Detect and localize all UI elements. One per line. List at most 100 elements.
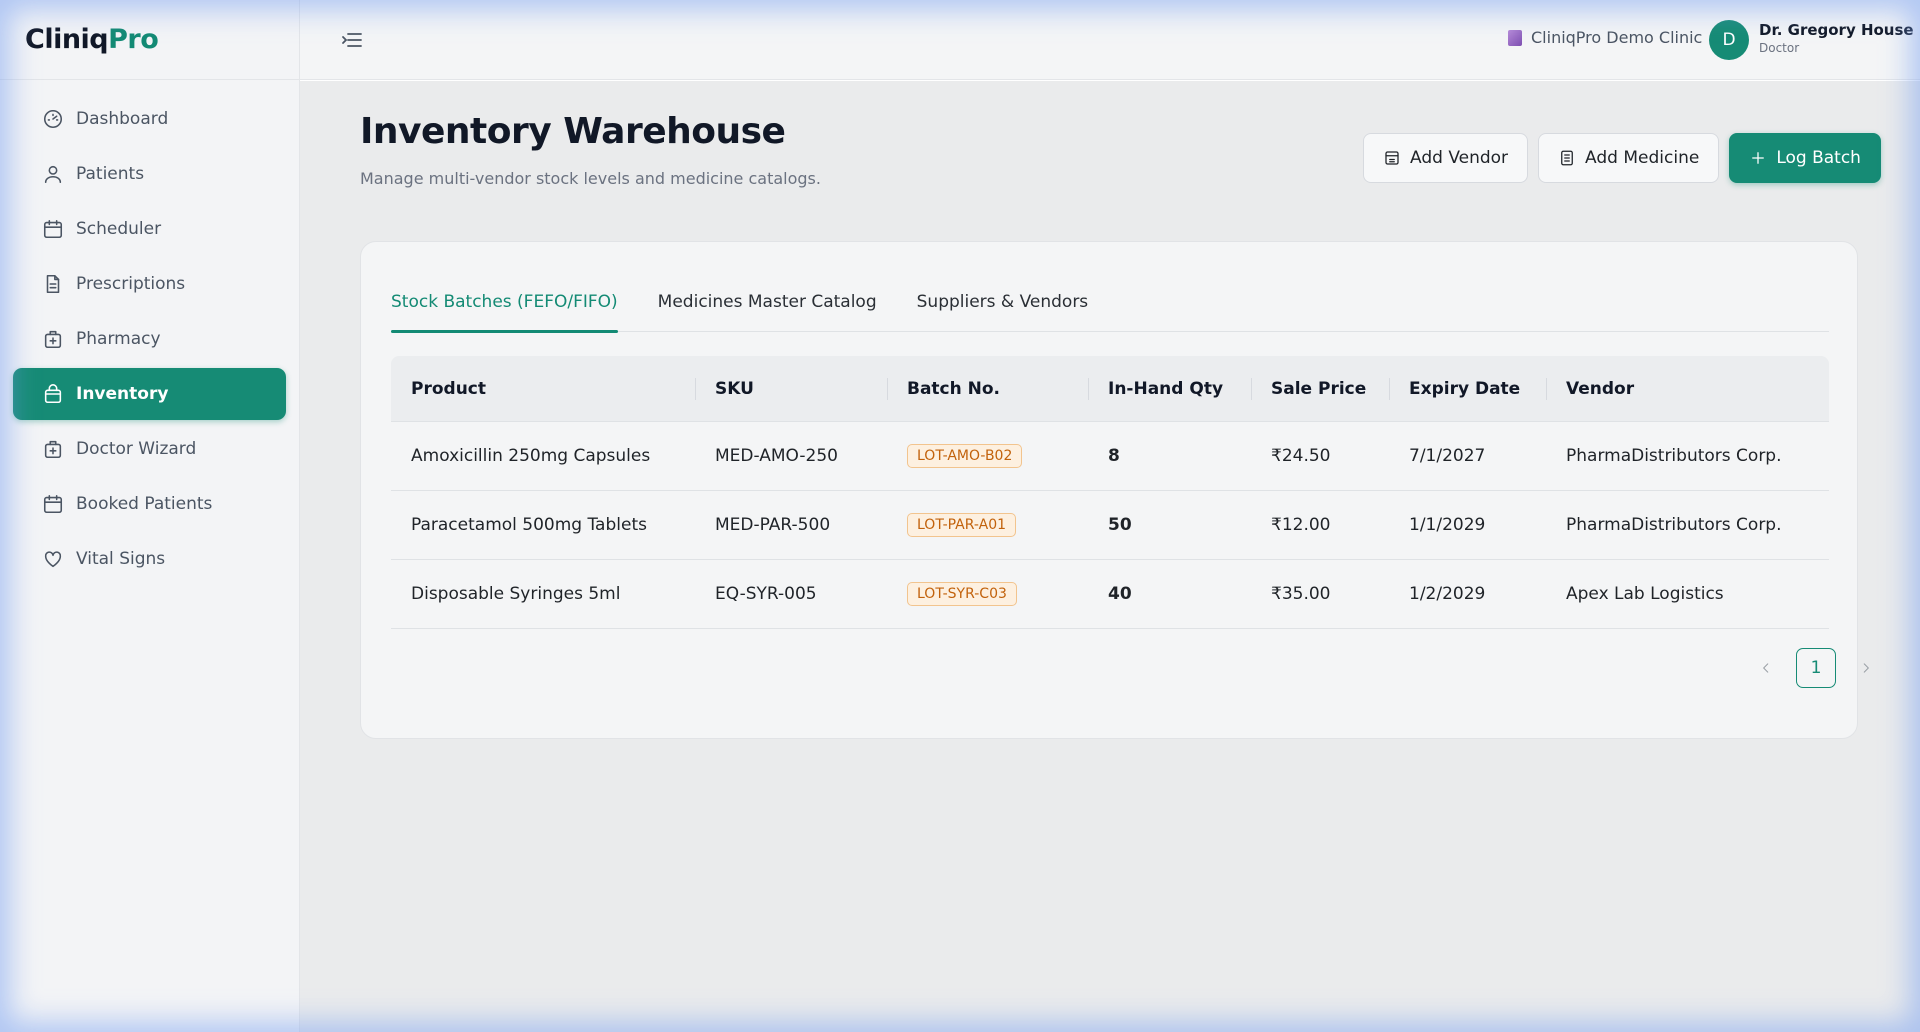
table-row[interactable]: Paracetamol 500mg Tablets MED-PAR-500 LO…: [391, 491, 1829, 560]
cell-expiry: 1/1/2029: [1409, 515, 1486, 535]
cell-batch: LOT-SYR-C03: [887, 582, 1088, 606]
cell-price: ₹24.50: [1271, 446, 1331, 466]
cell-vendor: PharmaDistributors Corp.: [1566, 515, 1782, 535]
cell-qty: 40: [1108, 584, 1132, 604]
cell-product: Amoxicillin 250mg Capsules: [411, 446, 651, 466]
cell-qty: 8: [1108, 446, 1120, 466]
sidebar-item-doctor-wizard[interactable]: Doctor Wizard: [13, 423, 286, 475]
column-header-batch[interactable]: Batch No.: [887, 356, 1088, 421]
inventory-card: Stock Batches (FEFO/FIFO) Medicines Mast…: [360, 241, 1869, 739]
cell-sku: MED-AMO-250: [715, 446, 838, 466]
add-vendor-button[interactable]: Add Vendor: [1363, 133, 1529, 183]
catalog-icon: [1561, 150, 1573, 166]
cell-batch: LOT-PAR-A01: [887, 513, 1088, 537]
batch-badge: LOT-AMO-B02: [907, 444, 1023, 468]
table-row[interactable]: Amoxicillin 250mg Capsules MED-AMO-250 L…: [391, 422, 1829, 491]
prev-page-button[interactable]: [1756, 658, 1776, 678]
log-batch-button[interactable]: Log Batch: [1729, 133, 1881, 183]
stock-batches-table: Product SKU Batch No. In-Hand Qty Sale P…: [391, 356, 1829, 629]
medkit-icon: [44, 330, 62, 349]
user-icon: [44, 165, 62, 184]
batch-badge: LOT-SYR-C03: [907, 582, 1017, 606]
page-number-current[interactable]: 1: [1796, 648, 1836, 688]
page-subtitle: Manage multi-vendor stock levels and med…: [360, 169, 821, 188]
medkit-icon: [44, 440, 62, 459]
app-window: Cliniq Pro Dashboard Patients Scheduler P…: [0, 0, 1920, 1032]
chevron-left-icon: [1763, 663, 1769, 673]
user-name: Dr. Gregory House: [1759, 21, 1914, 39]
sidebar-item-label: Dashboard: [76, 109, 169, 129]
pagination: 1: [1756, 648, 1876, 688]
cell-expiry: 7/1/2027: [1409, 446, 1486, 466]
brand-name-part2: Pro: [108, 24, 159, 55]
sidebar-item-prescriptions[interactable]: Prescriptions: [13, 258, 286, 310]
chevron-right-icon: [1863, 663, 1869, 673]
add-vendor-label: Add Vendor: [1410, 148, 1509, 168]
cell-vendor: PharmaDistributors Corp.: [1566, 446, 1782, 466]
sidebar-item-patients[interactable]: Patients: [13, 148, 286, 200]
user-role: Doctor: [1759, 41, 1800, 55]
sidebar-item-dashboard[interactable]: Dashboard: [13, 93, 286, 145]
cell-qty: 50: [1108, 515, 1132, 535]
heart-icon: [44, 551, 62, 568]
clinic-name: CliniqPro Demo Clinic: [1531, 28, 1703, 47]
table-header: Product SKU Batch No. In-Hand Qty Sale P…: [391, 356, 1829, 422]
column-header-vendor[interactable]: Vendor: [1546, 356, 1829, 421]
clinic-icon: [1508, 29, 1522, 46]
avatar[interactable]: D: [1709, 20, 1749, 60]
add-medicine-button[interactable]: Add Medicine: [1538, 133, 1720, 183]
sidebar: Cliniq Pro Dashboard Patients Scheduler P…: [0, 0, 300, 1032]
tab-bar: Stock Batches (FEFO/FIFO) Medicines Mast…: [391, 280, 1829, 333]
column-header-expiry[interactable]: Expiry Date: [1389, 356, 1546, 421]
sidebar-item-inventory[interactable]: Inventory: [13, 368, 286, 420]
log-batch-label: Log Batch: [1776, 148, 1861, 168]
clinic-selector[interactable]: CliniqPro Demo Clinic: [1508, 28, 1702, 47]
page-actions: Add Vendor Add Medicine Log Batch: [1363, 133, 1881, 183]
cell-expiry: 1/2/2029: [1409, 584, 1486, 604]
batch-badge: LOT-PAR-A01: [907, 513, 1017, 537]
menu-collapse-icon: [342, 33, 362, 47]
sidebar-item-booked-patients[interactable]: Booked Patients: [13, 478, 286, 530]
sidebar-item-label: Booked Patients: [76, 494, 213, 514]
brand-logo[interactable]: Cliniq Pro: [0, 0, 299, 80]
tab-stock-batches[interactable]: Stock Batches (FEFO/FIFO): [391, 280, 618, 333]
column-header-product[interactable]: Product: [391, 356, 695, 421]
store-icon: [1385, 151, 1399, 165]
cell-sku: EQ-SYR-005: [715, 584, 817, 604]
sidebar-item-label: Doctor Wizard: [76, 439, 197, 459]
cell-price: ₹12.00: [1271, 515, 1331, 535]
add-medicine-label: Add Medicine: [1585, 148, 1700, 168]
sidebar-item-pharmacy[interactable]: Pharmacy: [13, 313, 286, 365]
tab-suppliers-vendors[interactable]: Suppliers & Vendors: [917, 280, 1089, 332]
plus-icon: [1752, 152, 1765, 164]
cell-batch: LOT-AMO-B02: [887, 444, 1088, 468]
menu-toggle-button[interactable]: [340, 28, 366, 52]
next-page-button[interactable]: [1856, 658, 1876, 678]
tab-medicines-catalog[interactable]: Medicines Master Catalog: [658, 280, 877, 332]
sidebar-item-label: Vital Signs: [76, 549, 166, 569]
column-header-price[interactable]: Sale Price: [1251, 356, 1389, 421]
sidebar-item-scheduler[interactable]: Scheduler: [13, 203, 286, 255]
table-row[interactable]: Disposable Syringes 5ml EQ-SYR-005 LOT-S…: [391, 560, 1829, 629]
sidebar-nav: Dashboard Patients Scheduler Prescriptio…: [0, 80, 299, 601]
calendar-icon: [43, 219, 63, 239]
sidebar-item-label: Scheduler: [76, 219, 162, 239]
sidebar-item-vital-signs[interactable]: Vital Signs: [13, 533, 286, 585]
column-header-sku[interactable]: SKU: [695, 356, 887, 421]
page-title: Inventory Warehouse: [360, 111, 786, 152]
cell-price: ₹35.00: [1271, 584, 1331, 604]
user-info[interactable]: Dr. Gregory House Doctor: [1759, 21, 1914, 55]
sidebar-item-label: Inventory: [76, 384, 169, 404]
top-header: CliniqPro Demo Clinic D Dr. Gregory Hous…: [300, 0, 1920, 80]
cell-product: Disposable Syringes 5ml: [411, 584, 621, 604]
cell-product: Paracetamol 500mg Tablets: [411, 515, 647, 535]
gauge-icon: [43, 109, 63, 129]
brand-name-part1: Cliniq: [25, 24, 109, 55]
document-icon: [46, 274, 60, 294]
package-icon: [44, 384, 62, 404]
column-header-qty[interactable]: In-Hand Qty: [1088, 356, 1251, 421]
cell-sku: MED-PAR-500: [715, 515, 831, 535]
main-content: Inventory Warehouse Manage multi-vendor …: [300, 81, 1920, 1032]
sidebar-item-label: Pharmacy: [76, 329, 161, 349]
cell-vendor: Apex Lab Logistics: [1566, 584, 1724, 604]
